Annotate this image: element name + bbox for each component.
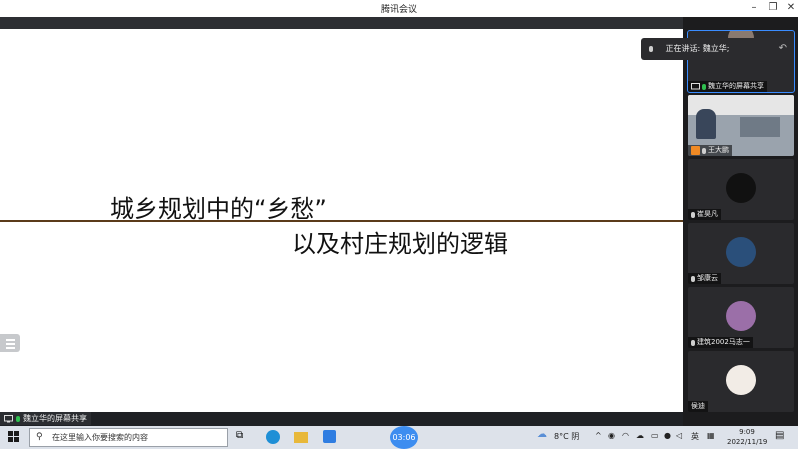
microphone-muted-icon [691, 339, 695, 346]
microphone-icon [16, 415, 20, 422]
keyboard-icon[interactable]: ▦ [707, 431, 715, 440]
volume-icon[interactable]: ◁ [676, 431, 682, 440]
share-top-bar [0, 17, 683, 29]
participant-name-bar: 魏立华的屏幕共享 [688, 81, 767, 92]
wifi-icon[interactable]: ◠ [622, 431, 629, 440]
clock-date: 2022/11/19 [727, 438, 768, 446]
participant-tile[interactable]: 侯迪 [688, 351, 794, 412]
share-bottom-bar [0, 412, 683, 426]
screen-share-name: 魏立华的屏幕共享 [23, 414, 87, 423]
participant-tile[interactable]: 王大鹏 [688, 95, 794, 156]
slide-title-line2: 以及村庄规划的逻辑 [292, 230, 508, 258]
close-icon[interactable]: ✕ [782, 1, 798, 15]
weather-text[interactable]: 8°C 阴 [554, 431, 579, 442]
list-menu-icon[interactable] [0, 334, 20, 352]
participant-tile[interactable]: 邹康云 [688, 223, 794, 284]
participant-name-bar: 王大鹏 [688, 145, 732, 156]
notification-icon[interactable]: ▤ [775, 430, 784, 441]
cloud-icon: ☁ [537, 429, 547, 440]
participant-tile[interactable]: 建筑2002马志一 [688, 287, 794, 348]
minimize-icon[interactable]: – [745, 1, 763, 15]
microphone-icon [702, 147, 706, 154]
tencent-meeting-icon[interactable] [323, 430, 336, 443]
host-icon [691, 146, 700, 155]
cloud-sync-icon[interactable]: ☁ [636, 431, 644, 440]
slide-title-line1: 城乡规划中的“乡愁” [110, 195, 327, 223]
avatar [726, 173, 756, 203]
microphone-tray-icon[interactable]: ● [664, 431, 671, 440]
speaking-indicator: 正在讲话: 魏立华; ↶ [641, 38, 793, 60]
chevron-up-icon[interactable]: ^ [595, 431, 602, 440]
video-person [696, 109, 716, 139]
search-icon: ⚲ [36, 432, 43, 442]
edge-browser-icon[interactable] [266, 430, 280, 444]
participant-name-bar: 建筑2002马志一 [688, 337, 753, 348]
slide-rule [0, 220, 683, 222]
battery-icon[interactable]: ▭ [651, 431, 659, 440]
clock-time: 9:09 [739, 428, 755, 436]
reply-arrow-icon[interactable]: ↶ [779, 38, 787, 60]
participant-name-bar: 邹康云 [688, 273, 721, 284]
microphone-muted-icon [691, 211, 695, 218]
taskbar-clock[interactable]: 9:09 2022/11/19 [727, 427, 767, 447]
input-method-indicator[interactable]: 英 [691, 431, 699, 442]
file-explorer-icon[interactable] [294, 432, 308, 443]
app-title: 腾讯会议 [380, 5, 417, 15]
participant-name-bar: 侯迪 [688, 401, 708, 412]
video-person [740, 117, 780, 137]
screen-share-icon [691, 82, 700, 89]
avatar [726, 237, 756, 267]
screen-share-icon [4, 414, 13, 422]
participant-tile[interactable]: 崔昊凡 [688, 159, 794, 220]
microphone-icon [702, 83, 706, 90]
taskbar-search-input[interactable]: ⚲ 在这里输入你要搜索的内容 [29, 428, 228, 447]
record-icon[interactable]: ◉ [608, 431, 615, 440]
speaking-label: 正在讲话: 魏立华; [665, 44, 730, 53]
participant-name-bar: 崔昊凡 [688, 209, 721, 220]
windows-start-icon[interactable] [8, 431, 20, 443]
task-view-icon[interactable]: ⧉ [236, 430, 252, 444]
avatar [726, 301, 756, 331]
shared-screen: 城乡规划中的“乡愁” 以及村庄规划的逻辑 [0, 29, 683, 412]
microphone-icon [649, 45, 653, 52]
recording-timer[interactable]: 03:06 [390, 426, 418, 449]
restore-icon[interactable]: ❐ [764, 1, 782, 15]
avatar [726, 365, 756, 395]
screen-share-label: 魏立华的屏幕共享 [0, 412, 91, 425]
microphone-muted-icon [691, 275, 695, 282]
